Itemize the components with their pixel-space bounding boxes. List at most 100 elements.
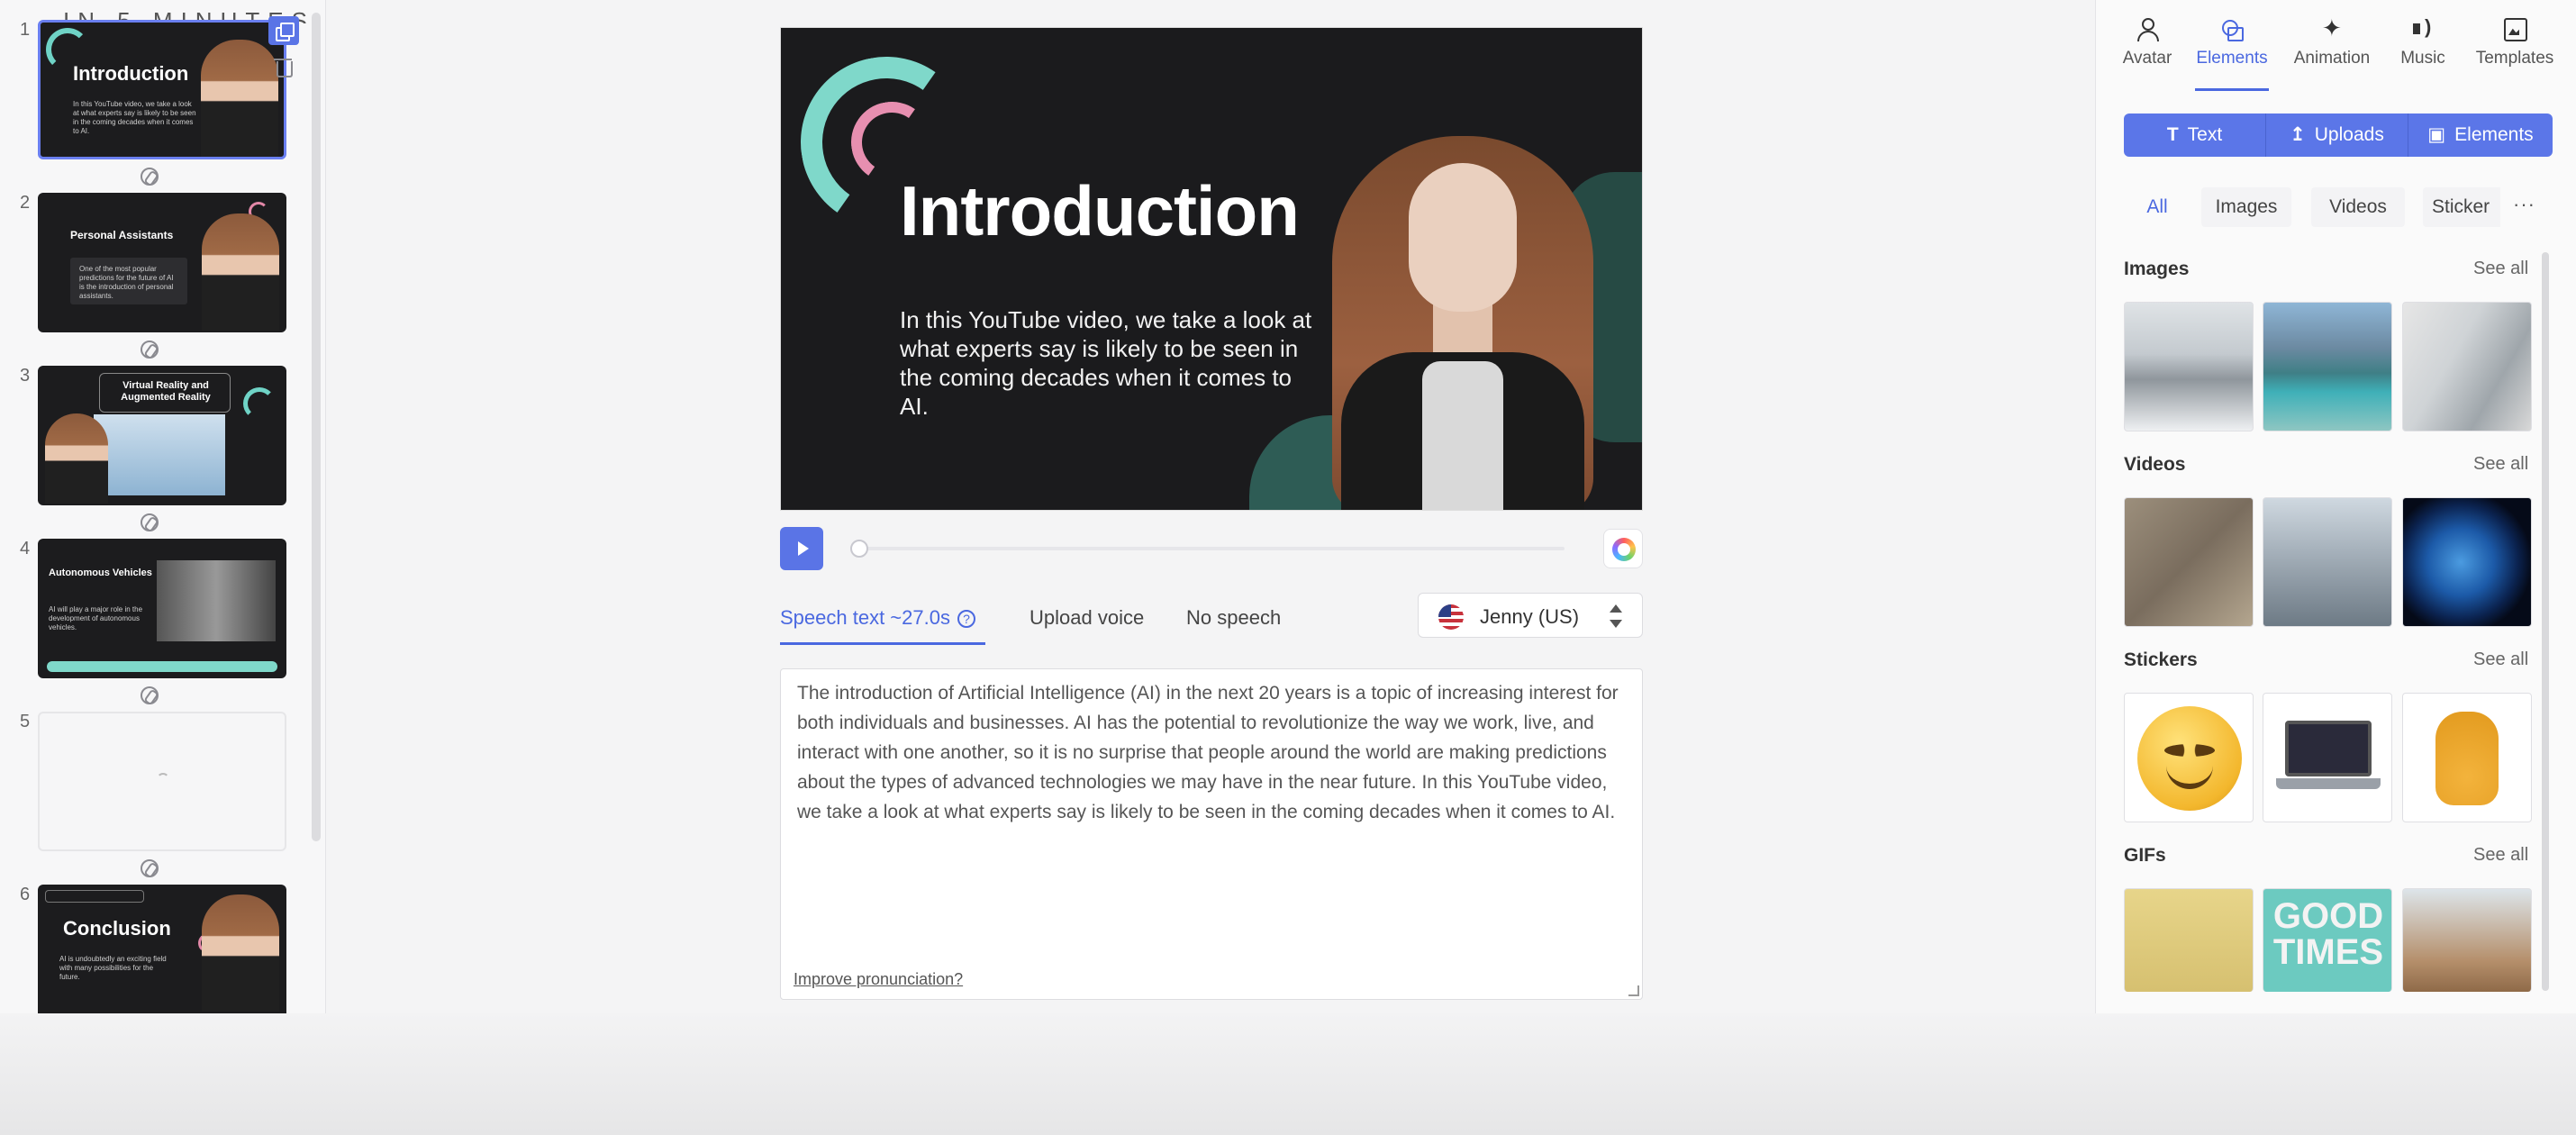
- section-title-videos: Videos: [2124, 454, 2186, 475]
- help-icon[interactable]: ?: [957, 610, 975, 628]
- filter-stickers[interactable]: Sticker: [2423, 187, 2500, 227]
- text-segment-button[interactable]: T Text: [2124, 114, 2266, 157]
- speech-text-area[interactable]: The introduction of Artificial Intellige…: [780, 668, 1643, 1000]
- filter-all[interactable]: All: [2129, 187, 2185, 227]
- upload-icon: ↥: [2290, 124, 2306, 145]
- avatar-shirt: [1422, 361, 1503, 510]
- vr-image: [94, 414, 225, 495]
- avatar-face: [1409, 163, 1517, 312]
- voice-selector[interactable]: Jenny (US): [1418, 593, 1643, 638]
- slide-number: 5: [20, 712, 31, 731]
- filter-images[interactable]: Images: [2201, 187, 2291, 227]
- slide-number: 4: [20, 539, 31, 558]
- video-tile-earth[interactable]: [2402, 497, 2532, 627]
- tab-label: Animation: [2293, 49, 2371, 68]
- play-button[interactable]: [780, 527, 823, 570]
- tab-elements[interactable]: Elements: [2187, 16, 2277, 68]
- uploads-segment-button[interactable]: ↥ Uploads: [2266, 114, 2408, 157]
- slide-thumbnail-5[interactable]: [38, 712, 286, 851]
- slide-number: 3: [20, 366, 31, 386]
- gif-tile-yellow[interactable]: [2124, 888, 2254, 992]
- thumbs-up-sticker-icon: [2435, 712, 2499, 805]
- segment-label: Elements: [2454, 124, 2534, 145]
- timeline-scrubber[interactable]: [850, 540, 868, 558]
- timeline-track[interactable]: [857, 547, 1565, 550]
- slide-title: Conclusion: [63, 917, 171, 940]
- slide-number: 1: [20, 20, 31, 40]
- presenter-image: [201, 40, 278, 157]
- transition-link-icon[interactable]: [141, 513, 159, 531]
- improve-pronunciation-link[interactable]: Improve pronunciation?: [794, 970, 963, 989]
- street-image: [157, 560, 276, 641]
- slide-thumbnail-6[interactable]: Conclusion AI is undoubtedly an exciting…: [38, 885, 286, 1013]
- duplicate-slide-button[interactable]: [268, 16, 299, 45]
- tab-no-speech[interactable]: No speech: [1186, 606, 1281, 630]
- speaker-icon: [2410, 15, 2435, 41]
- tab-speech-text[interactable]: Speech text ~27.0s?: [780, 606, 975, 630]
- slide-thumbnail-1[interactable]: Introduction In this YouTube video, we t…: [38, 20, 286, 159]
- slide-thumbnail-4[interactable]: Autonomous Vehicles AI will play a major…: [38, 539, 286, 678]
- avatar-presenter[interactable]: [1323, 136, 1602, 510]
- section-title-gifs: GIFs: [2124, 845, 2166, 866]
- slide-title: Virtual Reality and Augmented Reality: [121, 380, 211, 403]
- see-all-videos-link[interactable]: See all: [2473, 454, 2528, 475]
- tab-upload-voice[interactable]: Upload voice: [1029, 606, 1144, 630]
- see-all-stickers-link[interactable]: See all: [2473, 649, 2528, 670]
- sticker-tile-thumbs-up[interactable]: [2402, 693, 2532, 822]
- video-tile-traffic[interactable]: [2124, 497, 2254, 627]
- slide-thumbnail-3[interactable]: Virtual Reality and Augmented Reality: [38, 366, 286, 505]
- color-picker-button[interactable]: [1603, 529, 1643, 568]
- transition-link-icon[interactable]: [141, 168, 159, 186]
- text-icon: T: [2166, 124, 2179, 145]
- more-filters-icon[interactable]: ···: [2513, 193, 2535, 216]
- presenter-image: [202, 213, 279, 331]
- image-tile-lake[interactable]: [2263, 302, 2392, 431]
- gif-tile-desk[interactable]: [2402, 888, 2532, 992]
- delete-slide-button[interactable]: [272, 54, 295, 81]
- sparkle-icon: [2319, 14, 2345, 42]
- sidebar-scrollbar[interactable]: [312, 13, 321, 841]
- slide-title: Autonomous Vehicles: [49, 568, 152, 578]
- panel-scrollbar[interactable]: [2542, 252, 2549, 991]
- slide-preview-canvas[interactable]: Introduction In this YouTube video, we t…: [780, 27, 1643, 511]
- tab-music[interactable]: Music: [2379, 15, 2467, 68]
- slide-number: 2: [20, 193, 31, 213]
- active-tab-indicator: [2195, 88, 2269, 91]
- sticker-tile-smiley[interactable]: [2124, 693, 2254, 822]
- elements-segment-button[interactable]: ▣ Elements: [2408, 114, 2553, 157]
- gif-text: GOOD TIMES: [2272, 896, 2384, 972]
- color-wheel-icon: [1612, 538, 1636, 561]
- slides-sidebar: IN 5 MINUTES 1 Introduction In this YouT…: [0, 0, 326, 1013]
- slide-text: In this YouTube video, we take a look at…: [73, 100, 196, 135]
- transition-link-icon[interactable]: [141, 686, 159, 704]
- speech-script[interactable]: The introduction of Artificial Intellige…: [797, 678, 1635, 827]
- tab-templates[interactable]: Templates: [2472, 16, 2558, 68]
- sticker-tile-laptop[interactable]: [2263, 693, 2392, 822]
- tab-animation[interactable]: Animation: [2289, 14, 2375, 68]
- smiley-sticker-icon: [2137, 706, 2242, 811]
- slide-title: Introduction: [73, 62, 189, 85]
- tab-avatar[interactable]: Avatar: [2102, 16, 2192, 68]
- section-title-images: Images: [2124, 259, 2190, 279]
- tab-label: Elements: [2196, 49, 2268, 68]
- slide-text: AI will play a major role in the develop…: [49, 605, 143, 631]
- filter-videos[interactable]: Videos: [2311, 187, 2405, 227]
- slide-thumbnail-2[interactable]: Personal Assistants One of the most popu…: [38, 193, 286, 332]
- transition-link-icon[interactable]: [141, 859, 159, 877]
- tab-label: Music: [2400, 49, 2445, 68]
- slide-heading[interactable]: Introduction: [900, 170, 1300, 252]
- image-tile-office[interactable]: [2124, 302, 2254, 431]
- slide-title: Personal Assistants: [70, 229, 174, 241]
- section-title-stickers: Stickers: [2124, 649, 2198, 670]
- image-template-icon: [2502, 16, 2527, 41]
- gif-tile-good-times[interactable]: GOOD TIMES: [2263, 888, 2392, 992]
- resize-handle[interactable]: [1628, 985, 1639, 996]
- image-tile-handshake[interactable]: [2402, 302, 2532, 431]
- transition-link-icon[interactable]: [141, 340, 159, 359]
- us-flag-icon: [1438, 604, 1464, 630]
- see-all-images-link[interactable]: See all: [2473, 259, 2528, 279]
- slide-body-text[interactable]: In this YouTube video, we take a look at…: [900, 305, 1323, 421]
- see-all-gifs-link[interactable]: See all: [2473, 845, 2528, 866]
- play-icon: [798, 541, 809, 556]
- video-tile-city[interactable]: [2263, 497, 2392, 627]
